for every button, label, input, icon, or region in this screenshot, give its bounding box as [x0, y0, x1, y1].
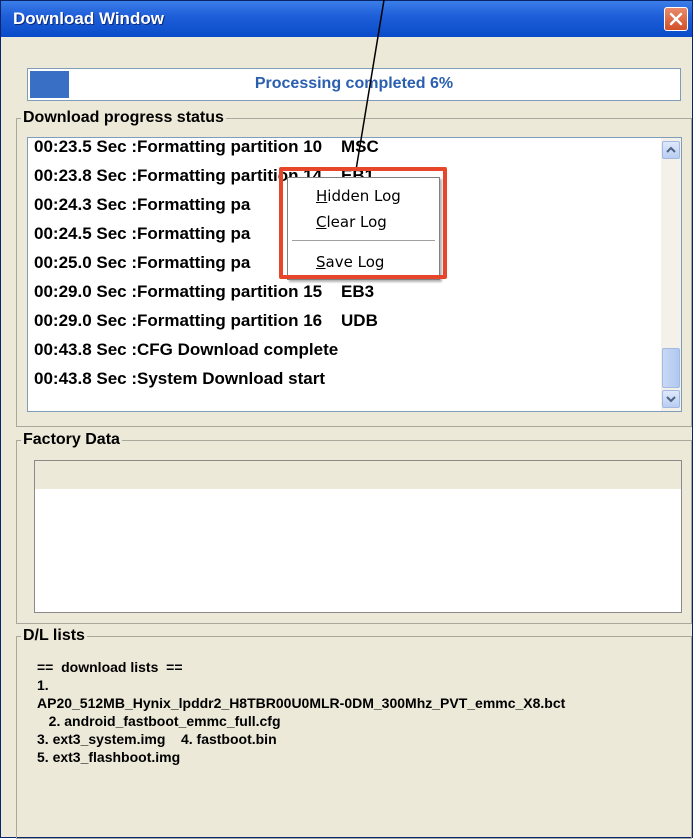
progress-text: Processing completed 6% — [254, 75, 454, 92]
dl-list-line: AP20_512MB_Hynix_lpddr2_H8TBR00U0MLR-0DM… — [37, 695, 566, 711]
dl-lists-label: D/L lists — [23, 627, 85, 644]
dl-list-line: 1. — [37, 677, 49, 693]
log-line: 00:23.5 Sec :Formatting partition 10 MSC — [34, 137, 379, 156]
factory-data-list[interactable] — [34, 460, 682, 613]
highlight-box — [279, 167, 447, 279]
log-scrollbar[interactable] — [661, 138, 681, 411]
log-line: 00:29.0 Sec :Formatting partition 16 UDB — [34, 311, 378, 330]
dl-lists-text: == download lists == 1. AP20_512MB_Hynix_l… — [37, 658, 682, 828]
dl-list-line: 2. android_fastboot_emmc_full.cfg — [37, 713, 281, 729]
factory-data-header — [35, 461, 681, 489]
close-button[interactable] — [664, 7, 688, 31]
scroll-down-button[interactable] — [662, 390, 680, 408]
close-icon — [669, 12, 683, 26]
log-line: 00:43.8 Sec :System Download start — [34, 369, 326, 388]
scroll-up-button[interactable] — [662, 141, 680, 159]
chevron-up-icon — [666, 146, 676, 153]
download-window: Download Window Processing completed 6% … — [0, 0, 693, 839]
dl-list-line: 5. ext3_flashboot.img — [37, 749, 181, 765]
factory-data-label: Factory Data — [23, 431, 120, 448]
scroll-thumb[interactable] — [662, 348, 680, 388]
log-line: 00:43.8 Sec :CFG Download complete — [34, 340, 339, 359]
dl-list-line: == download lists == — [37, 659, 183, 675]
title-bar[interactable]: Download Window — [1, 1, 692, 37]
download-progress-label: Download progress status — [23, 109, 224, 126]
window-title: Download Window — [13, 9, 164, 28]
chevron-down-icon — [666, 396, 676, 403]
log-line: 00:29.0 Sec :Formatting partition 15 EB3 — [34, 282, 375, 301]
progress-bar: Processing completed 6% — [27, 68, 681, 101]
dl-list-line: 3. ext3_system.img 4. fastboot.bin — [37, 731, 277, 747]
